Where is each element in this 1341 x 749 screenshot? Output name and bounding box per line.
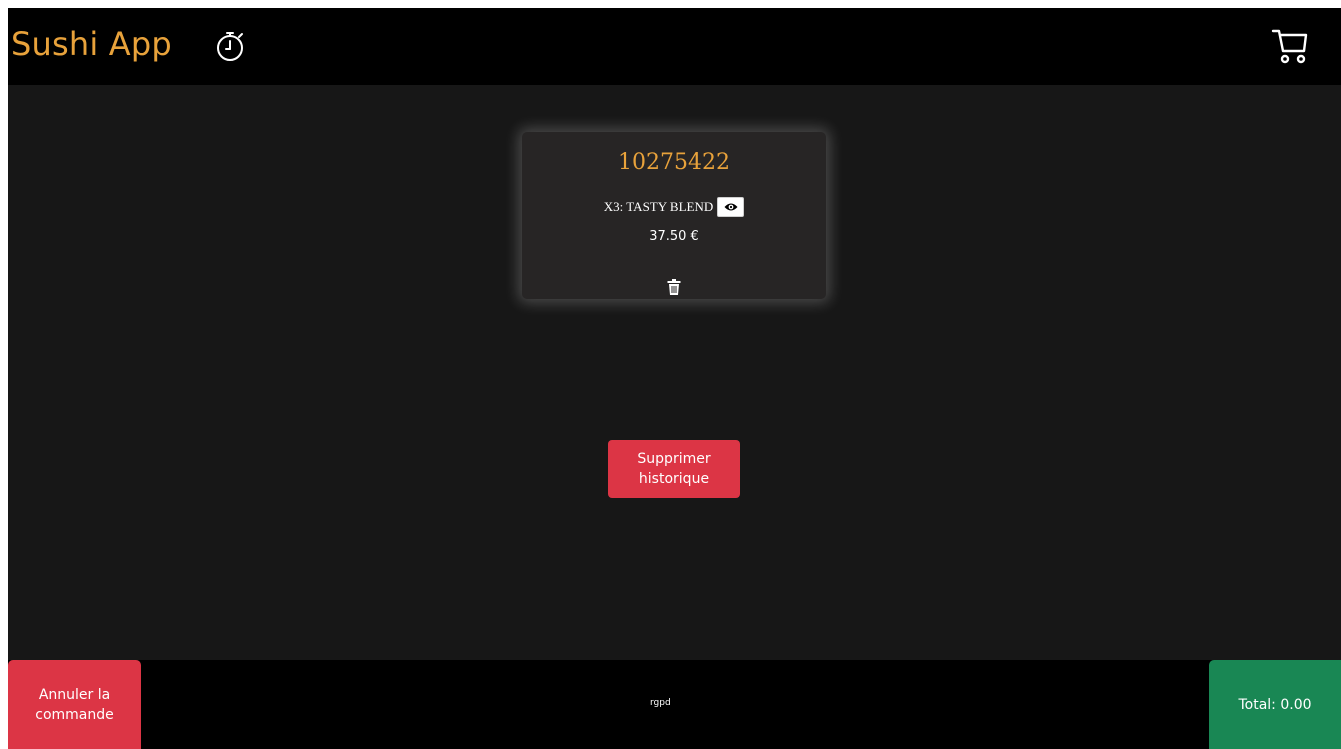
- bottom-bar: Annuler la commande rgpd Total: 0.00: [8, 660, 1341, 749]
- rgpd-link[interactable]: rgpd: [650, 698, 671, 708]
- eye-icon: [724, 203, 738, 211]
- cancel-order-button[interactable]: Annuler la commande: [8, 660, 141, 749]
- cart-icon[interactable]: [1270, 26, 1310, 66]
- order-total[interactable]: Total: 0.00: [1209, 660, 1341, 749]
- view-item-button[interactable]: [717, 197, 745, 217]
- trash-icon[interactable]: [667, 279, 681, 295]
- app-frame: Sushi App 10275422 X3: TASTY BLEND 37.50…: [8, 8, 1341, 749]
- order-id: 10275422: [618, 150, 730, 175]
- top-bar: Sushi App: [8, 8, 1341, 85]
- order-item-row: X3: TASTY BLEND: [522, 197, 826, 217]
- order-card: 10275422 X3: TASTY BLEND 37.50 €: [522, 132, 826, 299]
- order-price: 37.50 €: [649, 229, 699, 244]
- app-title[interactable]: Sushi App: [11, 24, 172, 64]
- delete-history-button[interactable]: Supprimer historique: [608, 440, 740, 498]
- order-item-label: X3: TASTY BLEND: [603, 199, 714, 214]
- stopwatch-icon[interactable]: [213, 28, 249, 64]
